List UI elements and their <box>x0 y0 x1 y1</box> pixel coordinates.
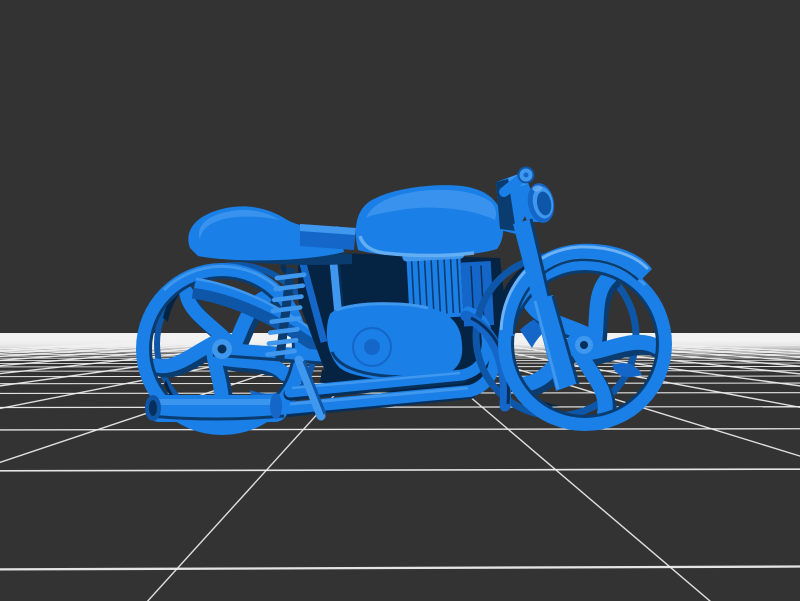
3d-viewport[interactable] <box>0 0 800 601</box>
motorcycle-model <box>0 0 800 601</box>
bodywork <box>188 185 503 265</box>
